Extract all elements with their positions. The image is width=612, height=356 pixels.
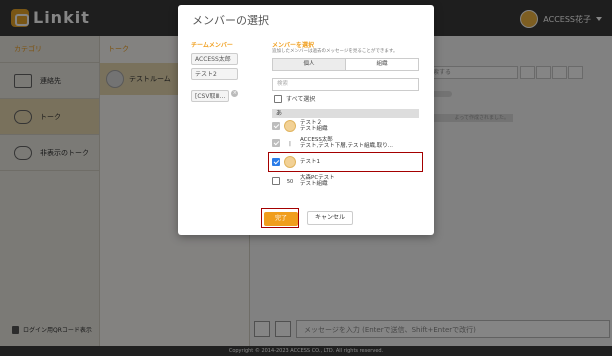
member-note: 追加したメンバーは過去のメッセージを見ることができます。	[272, 49, 398, 54]
member-checkbox	[272, 139, 280, 148]
team-member-list: ACCESS太郎 テスト2 [CSV取Ⅲ... ×	[191, 53, 239, 105]
cancel-button[interactable]: キャンセル	[307, 211, 353, 225]
member-org: テスト組織	[300, 181, 328, 188]
member-avatar	[284, 156, 296, 168]
tab-organization[interactable]: 組織	[345, 59, 418, 70]
team-member-chip: ACCESS太郎	[191, 53, 239, 65]
member-name: テスト1	[300, 158, 320, 165]
team-members-title: チームメンバー	[191, 42, 233, 49]
team-member-chip: テスト2	[191, 68, 239, 80]
select-all-checkbox[interactable]	[274, 94, 282, 103]
select-all-option[interactable]: すべて選択	[274, 94, 315, 103]
member-checkbox[interactable]	[272, 158, 280, 166]
kana-group-header: あ	[272, 109, 419, 118]
tab-individual[interactable]: 個人	[273, 59, 345, 70]
modal-title: メンバーの選択	[192, 14, 269, 27]
member-checkbox	[272, 122, 280, 131]
member-org: テスト組織	[300, 126, 328, 133]
select-all-label: すべて選択	[286, 96, 316, 103]
member-avatar: 50	[284, 175, 296, 188]
remove-member-icon[interactable]: ×	[231, 90, 239, 97]
done-button-highlight: 完了	[261, 208, 299, 228]
member-row[interactable]: テスト２ テスト組織	[272, 120, 419, 133]
member-checkbox[interactable]	[272, 177, 280, 186]
member-type-tabs: 個人 組織	[272, 58, 419, 71]
member-row[interactable]: | ACCESS太郎 テスト,テスト下層,テスト組織,取り...	[272, 137, 419, 150]
member-row[interactable]: テスト1	[272, 156, 419, 168]
member-row[interactable]: 50 大森PCテスト テスト組織	[272, 175, 419, 188]
member-selection-modal: メンバーの選択 チームメンバー ACCESS太郎 テスト2 [CSV取Ⅲ... ×…	[178, 5, 434, 235]
team-member-chip: [CSV取Ⅲ...	[191, 90, 230, 102]
member-avatar	[284, 120, 296, 133]
member-avatar: |	[284, 137, 296, 150]
member-org: テスト,テスト下層,テスト組織,取り...	[300, 143, 393, 150]
done-button[interactable]: 完了	[264, 212, 298, 226]
member-search-input[interactable]: 検索	[272, 78, 419, 91]
